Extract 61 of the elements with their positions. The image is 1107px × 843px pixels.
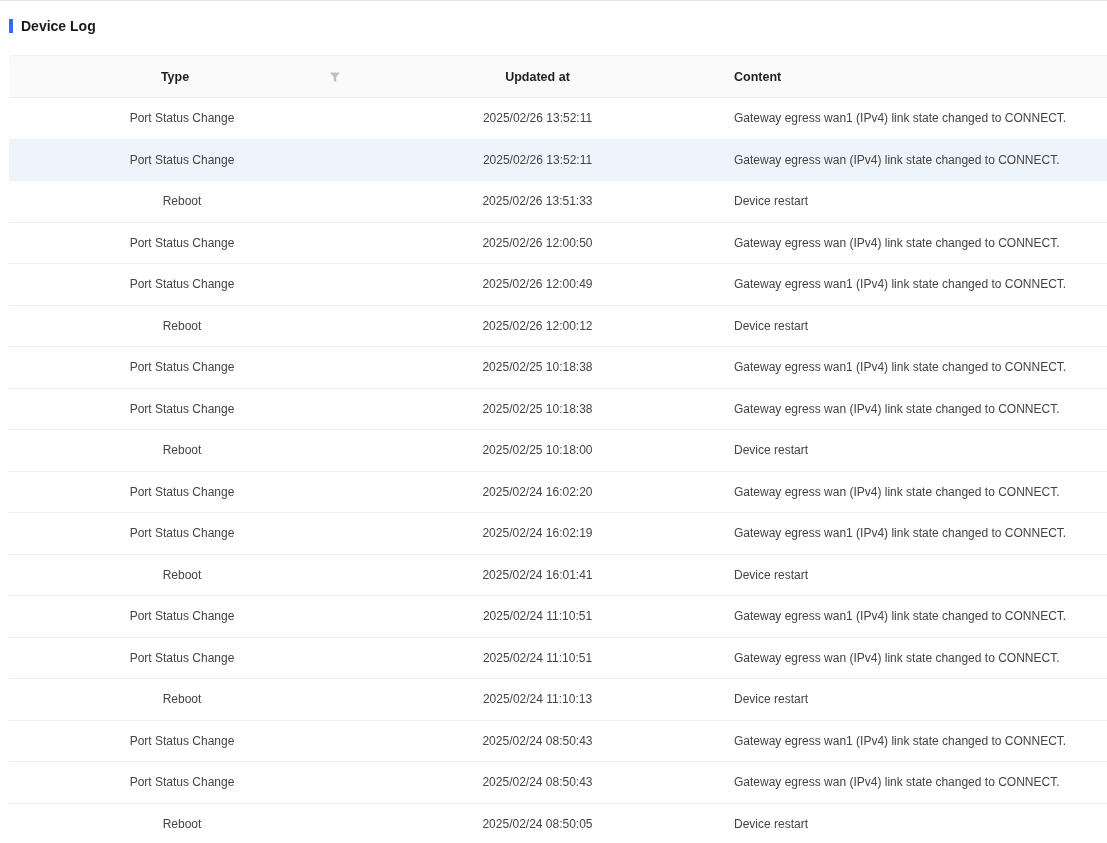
table-cell: 2025/02/24 16:02:19	[482, 526, 593, 541]
table-cell: Gateway egress wan (IPv4) link state changed to CONNECT.	[734, 401, 1060, 416]
table-cell: Gateway egress wan1 (IPv4) link state changed to CONNECT.	[734, 609, 1067, 624]
table-cell: Port Status Change	[129, 526, 235, 541]
table-cell: 2025/02/26 13:52:11	[482, 111, 593, 126]
table-cell: 2025/02/24 08:50:43	[482, 775, 593, 790]
table-cell: Reboot	[162, 567, 202, 582]
table-cell: 2025/02/26 12:00:49	[482, 277, 593, 292]
table-cell: Port Status Change	[129, 152, 235, 167]
table-cell: Gateway egress wan (IPv4) link state changed to CONNECT.	[734, 235, 1060, 250]
table-cell: Gateway egress wan (IPv4) link state changed to CONNECT.	[734, 484, 1060, 499]
table-cell: Port Status Change	[129, 401, 235, 416]
table-cell: 2025/02/24 08:50:43	[482, 733, 593, 748]
table-cell: Gateway egress wan (IPv4) link state changed to CONNECT.	[734, 650, 1060, 665]
table-cell: Port Status Change	[129, 733, 235, 748]
table-cell: 2025/02/24 08:50:05	[482, 816, 593, 831]
table-cell: Gateway egress wan1 (IPv4) link state changed to CONNECT.	[734, 526, 1067, 541]
table-cell: Gateway egress wan (IPv4) link state changed to CONNECT.	[734, 152, 1060, 167]
column-header: Type	[160, 69, 190, 84]
table-cell: 2025/02/26 12:00:50	[482, 235, 593, 250]
table-cell: Port Status Change	[129, 277, 235, 292]
table-cell: 2025/02/25 10:18:00	[482, 443, 593, 458]
table-cell: Reboot	[162, 692, 202, 707]
table-cell: Port Status Change	[129, 111, 235, 126]
table-cell: Gateway egress wan1 (IPv4) link state changed to CONNECT.	[734, 111, 1067, 126]
table-cell: Gateway egress wan1 (IPv4) link state changed to CONNECT.	[734, 733, 1067, 748]
table-cell: Reboot	[162, 318, 202, 333]
table-cell: Port Status Change	[129, 360, 235, 375]
table-cell: Device restart	[734, 443, 809, 458]
table-cell: Port Status Change	[129, 235, 235, 250]
table-cell: Gateway egress wan1 (IPv4) link state changed to CONNECT.	[734, 360, 1067, 375]
table-row[interactable]: Port Status Change 2025/02/26 13:52:11 Gateway egress wan (IPv4) link state changed to CONNECT.	[9, 139, 1107, 181]
table-cell: Device restart	[734, 318, 809, 333]
table-cell: 2025/02/24 16:02:20	[482, 484, 593, 499]
filter-icon[interactable]	[330, 72, 340, 82]
column-header: Content	[734, 69, 782, 84]
table-cell: 2025/02/26 13:51:33	[482, 194, 593, 209]
table-cell: Port Status Change	[129, 484, 235, 499]
table-cell: Reboot	[162, 443, 202, 458]
table-cell: Device restart	[734, 692, 809, 707]
table-cell: Reboot	[162, 194, 202, 209]
table-cell: 2025/02/25 10:18:38	[482, 360, 593, 375]
title-accent-bar	[9, 19, 13, 33]
table-cell: Port Status Change	[129, 650, 235, 665]
table-cell: Gateway egress wan (IPv4) link state changed to CONNECT.	[734, 775, 1060, 790]
table-cell: Port Status Change	[129, 775, 235, 790]
table-cell: Gateway egress wan1 (IPv4) link state changed to CONNECT.	[734, 277, 1067, 292]
table-cell: Reboot	[162, 816, 202, 831]
table-cell: Device restart	[734, 567, 809, 582]
column-header: Updated at	[505, 69, 570, 84]
table-cell: Port Status Change	[129, 609, 235, 624]
section-title: Device Log	[21, 18, 96, 34]
table-cell: 2025/02/25 10:18:38	[482, 401, 593, 416]
table-cell: 2025/02/24 11:10:51	[482, 650, 593, 665]
table-cell: 2025/02/24 11:10:13	[482, 692, 593, 707]
table-cell: 2025/02/26 12:00:12	[482, 318, 593, 333]
table-cell: Device restart	[734, 194, 809, 209]
table-cell: 2025/02/26 13:52:11	[482, 152, 593, 167]
table-cell: 2025/02/24 16:01:41	[482, 567, 593, 582]
table-cell: Device restart	[734, 816, 809, 831]
table-cell: 2025/02/24 11:10:51	[482, 609, 593, 624]
